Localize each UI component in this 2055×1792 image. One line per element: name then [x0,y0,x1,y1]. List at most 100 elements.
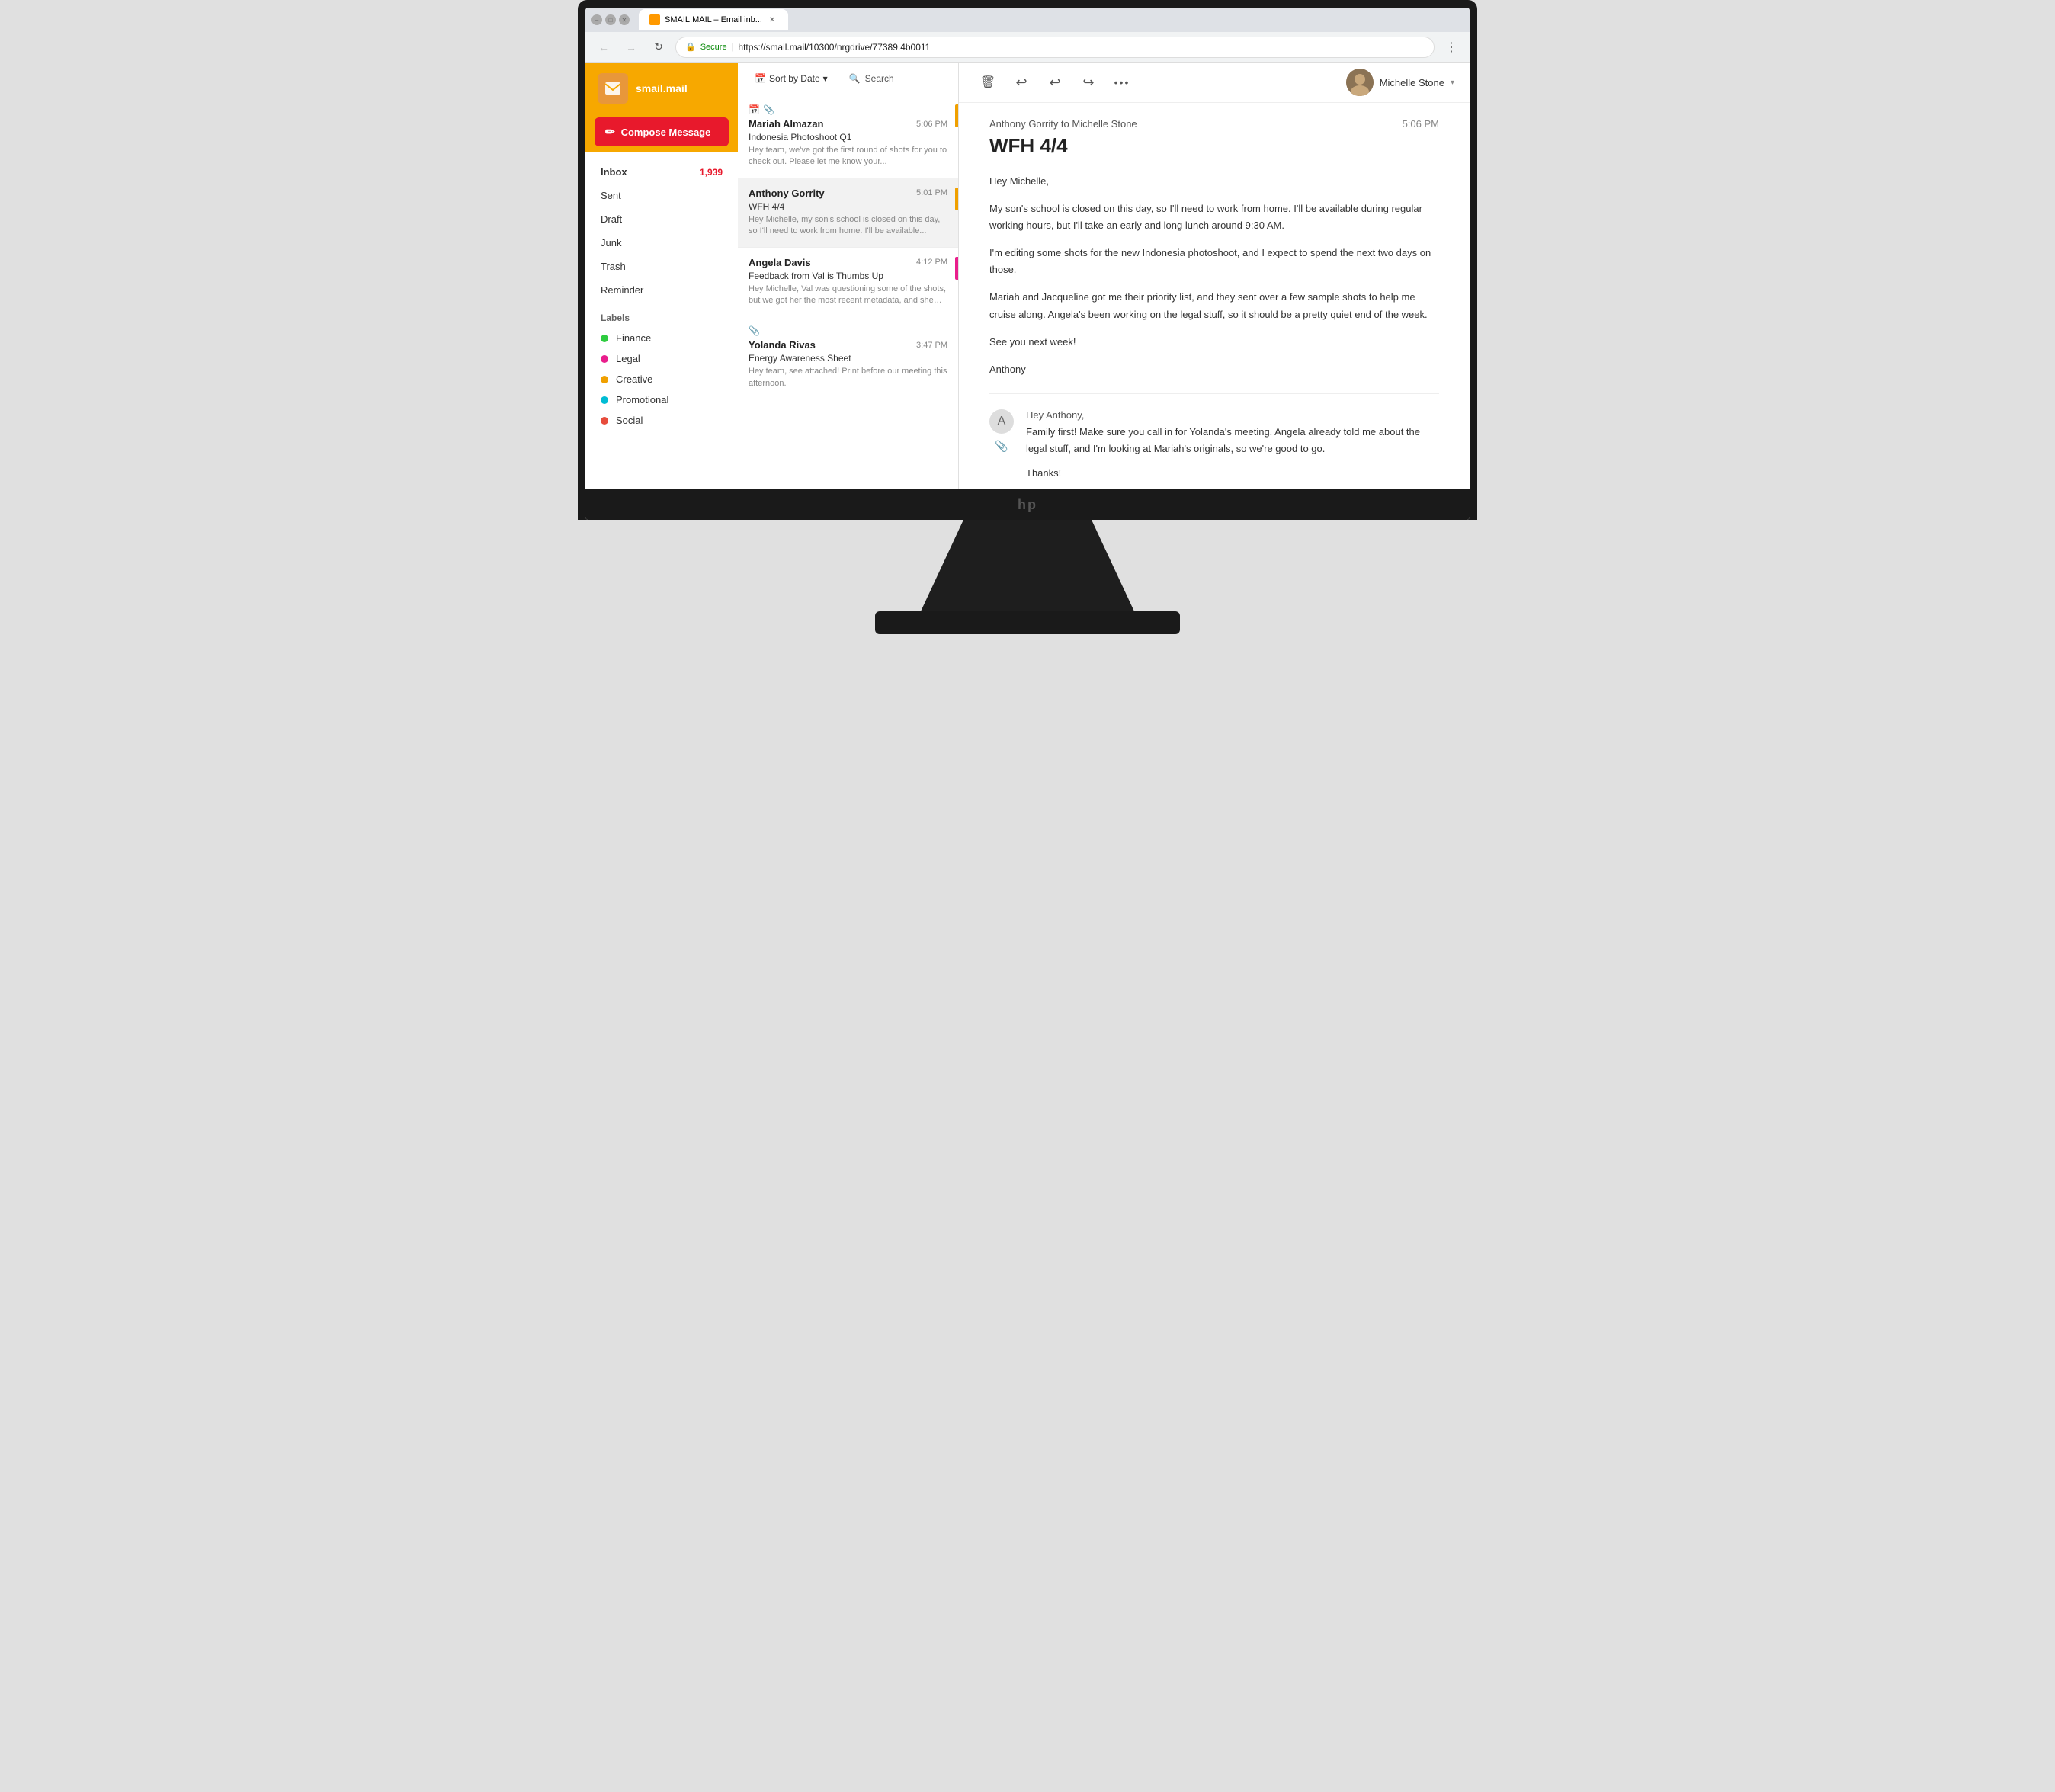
forward-button[interactable]: → [620,37,642,58]
email-item-4[interactable]: 📎 Yolanda Rivas 3:47 PM Energy Awareness… [738,316,958,399]
trash-label: Trash [601,261,626,272]
reply-from: Hey Anthony, [1026,409,1439,421]
body-para-5: Anthony [989,361,1439,378]
email-2-sender: Anthony Gorrity [749,188,825,199]
browser-toolbar: ← → ↻ 🔒 Secure | https://smail.mail/1030… [585,32,1470,63]
sidebar-item-inbox[interactable]: Inbox 1,939 [585,160,738,184]
label-item-creative[interactable]: Creative [585,369,738,389]
creative-dot [601,376,608,383]
address-bar[interactable]: 🔒 Secure | https://smail.mail/10300/nrgd… [675,37,1435,58]
inbox-badge: 1,939 [700,167,723,178]
compose-button[interactable]: ✏ Compose Message [595,117,729,146]
back-button[interactable]: ← [593,37,614,58]
label-item-social[interactable]: Social [585,410,738,431]
email-3-accent [955,257,958,280]
compose-label: Compose Message [621,127,711,138]
email-body: Hey Michelle, My son's school is closed … [989,173,1439,378]
email-4-header: Yolanda Rivas 3:47 PM [749,339,947,351]
junk-label: Junk [601,237,621,248]
compose-icon: ✏ [605,125,615,139]
email-item-1[interactable]: 📅 📎 Mariah Almazan 5:06 PM Indonesia Pho… [738,95,958,178]
email-4-subject: Energy Awareness Sheet [749,353,947,364]
email-from-to: Anthony Gorrity to Michelle Stone [989,118,1137,130]
email-list-toolbar: 📅 Sort by Date ▾ 🔍 Search [738,63,958,95]
email-2-subject: WFH 4/4 [749,201,947,212]
browser-tab[interactable]: SMAIL.MAIL – Email inb... ✕ [639,9,788,30]
attachment-icon: 📎 [763,104,774,115]
browser-menu-button[interactable]: ⋮ [1441,37,1462,58]
email-divider [989,393,1439,394]
reply-avatar-col: A 📎 [989,409,1014,489]
logo-text: smail.mail [636,82,688,95]
email-detail-subject: WFH 4/4 [989,134,1439,158]
sidebar-item-trash[interactable]: Trash [585,255,738,278]
reply-all-button[interactable]: ↩ [1041,69,1069,96]
email-2-time: 5:01 PM [916,188,947,197]
detail-content: Anthony Gorrity to Michelle Stone 5:06 P… [959,103,1470,489]
label-item-promotional[interactable]: Promotional [585,389,738,410]
user-profile[interactable]: Michelle Stone ▾ [1346,69,1454,96]
reply-para-0: Family first! Make sure you call in for … [1026,424,1439,457]
body-para-0: Hey Michelle, [989,173,1439,190]
finance-label: Finance [616,332,651,344]
nav-section: Inbox 1,939 Sent Draft Junk Trash [585,152,738,489]
email-list-panel: 📅 Sort by Date ▾ 🔍 Search 📅 📎 [738,63,959,489]
email-detail-time: 5:06 PM [1403,118,1439,130]
email-list: 📅 📎 Mariah Almazan 5:06 PM Indonesia Pho… [738,95,958,489]
user-name: Michelle Stone [1380,77,1444,88]
user-chevron-icon: ▾ [1451,79,1454,87]
tab-favicon [649,14,660,25]
email-4-time: 3:47 PM [916,341,947,350]
email-1-subject: Indonesia Photoshoot Q1 [749,132,947,143]
avatar-svg [1346,69,1374,96]
email-1-header: Mariah Almazan 5:06 PM [749,118,947,130]
reply-button[interactable]: ↩ [1008,69,1035,96]
reply-attachment-icon: 📎 [995,440,1008,453]
email-1-time: 5:06 PM [916,120,947,129]
app-container: smail.mail ✏ Compose Message Inbox 1,939… [585,63,1470,489]
legal-dot [601,355,608,363]
reply-body: Hey Anthony, Family first! Make sure you… [1026,409,1439,489]
reload-button[interactable]: ↻ [648,37,669,58]
window-controls: – □ ✕ [591,14,630,25]
minimize-button[interactable]: – [591,14,602,25]
monitor-base [875,611,1180,634]
more-button[interactable]: ••• [1108,69,1136,96]
tab-close-button[interactable]: ✕ [767,14,777,25]
email-item-3[interactable]: Angela Davis 4:12 PM Feedback from Val i… [738,248,958,317]
forward-button[interactable]: ↩ [1075,69,1102,96]
sent-label: Sent [601,190,621,201]
sidebar-item-junk[interactable]: Junk [585,231,738,255]
label-item-legal[interactable]: Legal [585,348,738,369]
body-para-3: Mariah and Jacqueline got me their prior… [989,289,1439,322]
email-1-icons: 📅 📎 [749,104,947,115]
monitor-frame: – □ ✕ SMAIL.MAIL – Email inb... ✕ ← → ↻ … [578,0,1477,520]
logo-icon [598,73,628,104]
monitor-screen: – □ ✕ SMAIL.MAIL – Email inb... ✕ ← → ↻ … [585,8,1470,520]
sidebar-item-draft[interactable]: Draft [585,207,738,231]
calendar-icon: 📅 [749,104,760,115]
email-3-preview: Hey Michelle, Val was questioning some o… [749,284,947,307]
email-2-preview: Hey Michelle, my son's school is closed … [749,214,947,238]
monitor-stand [921,520,1134,611]
close-button[interactable]: ✕ [619,14,630,25]
email-2-header: Anthony Gorrity 5:01 PM [749,188,947,199]
inbox-label: Inbox [601,166,627,178]
maximize-button[interactable]: □ [605,14,616,25]
logo-svg [604,79,622,98]
social-dot [601,417,608,425]
email-1-sender: Mariah Almazan [749,118,824,130]
search-button[interactable]: 🔍 Search [843,70,900,87]
email-4-preview: Hey team, see attached! Print before our… [749,366,947,389]
legal-label: Legal [616,353,640,364]
delete-button[interactable]: 🗑 [974,69,1002,96]
email-item-2[interactable]: Anthony Gorrity 5:01 PM WFH 4/4 Hey Mich… [738,178,958,248]
url-text: https://smail.mail/10300/nrgdrive/77389.… [738,42,930,53]
email-4-icons: 📎 [749,325,947,336]
sidebar-item-sent[interactable]: Sent [585,184,738,207]
label-item-finance[interactable]: Finance [585,328,738,348]
labels-title: Labels [585,309,738,328]
sort-by-date-button[interactable]: 📅 Sort by Date ▾ [749,70,834,87]
sidebar-item-reminder[interactable]: Reminder [585,278,738,302]
reply-text: Family first! Make sure you call in for … [1026,424,1439,482]
